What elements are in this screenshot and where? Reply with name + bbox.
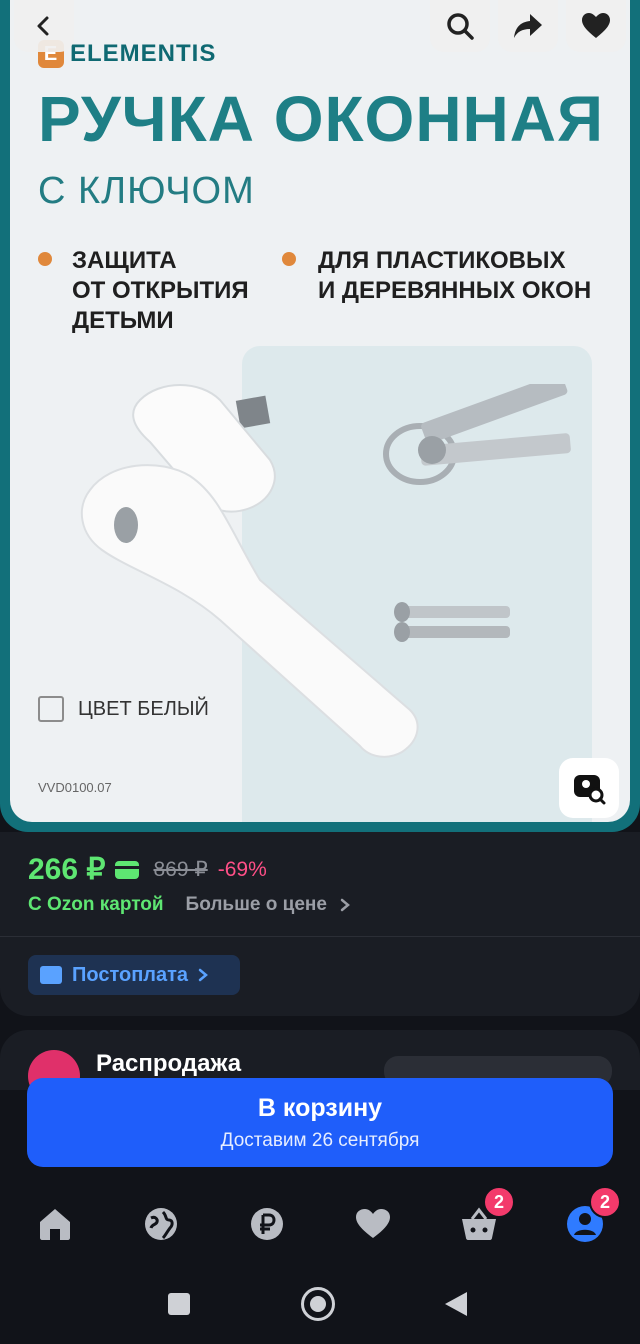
screws-illustration	[394, 602, 510, 642]
image-search-icon	[574, 775, 606, 805]
globe-icon	[145, 1208, 177, 1240]
feature-window-types: ДЛЯ ПЛАСТИКОВЫХ И ДЕРЕВЯННЫХ ОКОН	[318, 247, 592, 304]
nav-home[interactable]	[35, 1204, 75, 1244]
add-to-cart-button[interactable]: В корзину Доставим 26 сентября	[27, 1078, 613, 1167]
postpay-button[interactable]: Постоплата	[28, 955, 240, 995]
product-title-line2: С КЛЮЧОМ	[38, 170, 255, 212]
color-label: ЦВЕТ БЕЛЫЙ	[38, 696, 209, 722]
keys-illustration	[383, 384, 571, 485]
ozon-card-row: С Ozon картой Больше о цене	[28, 894, 352, 916]
price-row: 266 ₽ 869 ₽ -69%	[28, 852, 267, 887]
product-sku: VVD0100.07	[38, 780, 112, 795]
favorite-button[interactable]	[566, 0, 626, 52]
ozon-card-icon	[115, 860, 140, 879]
product-title-line1: РУЧКА ОКОННАЯ	[38, 83, 604, 155]
home-icon	[40, 1209, 70, 1240]
delivery-date: Доставим 26 сентября	[220, 1130, 420, 1151]
color-checkbox	[38, 696, 64, 722]
chevron-right-icon	[340, 898, 351, 912]
nav-favorites[interactable]	[353, 1204, 393, 1244]
feature-bullet	[282, 252, 296, 266]
chevron-left-icon	[37, 16, 49, 36]
discount-percent: -69%	[217, 857, 267, 881]
add-to-cart-label: В корзину	[257, 1094, 383, 1122]
search-button[interactable]	[430, 0, 490, 52]
feature-child-protection: ЗАЩИТА ОТ ОТКРЫТИЯ ДЕТЬМИ	[72, 247, 249, 334]
ruble-icon	[251, 1208, 283, 1240]
product-image: E ELEMENTIS РУЧКА ОКОННАЯ С КЛЮЧОМ ЗАЩИТ…	[10, 0, 630, 822]
old-price: 869 ₽	[153, 858, 208, 881]
bottom-navigation: 2 2	[0, 1170, 640, 1344]
ozon-card-label: С Ozon картой	[28, 894, 164, 915]
nav-catalog[interactable]	[141, 1204, 181, 1244]
system-navigation-bar	[0, 1283, 640, 1323]
heart-icon	[356, 1209, 390, 1238]
brand-name: ELEMENTIS	[70, 40, 217, 67]
current-price: 266 ₽	[28, 853, 106, 886]
nav-finance[interactable]	[247, 1204, 287, 1244]
chevron-right-icon	[198, 968, 208, 982]
divider	[0, 936, 640, 937]
back-button[interactable]	[14, 0, 74, 52]
recents-button[interactable]	[168, 1293, 190, 1315]
image-search-button[interactable]	[559, 758, 619, 818]
postpay-icon	[40, 966, 62, 984]
nav-cart[interactable]: 2	[459, 1186, 515, 1244]
back-system-button[interactable]	[443, 1290, 469, 1318]
profile-badge: 2	[589, 1186, 621, 1218]
share-button[interactable]	[498, 0, 558, 52]
nav-profile[interactable]: 2	[565, 1186, 621, 1244]
price-block: 266 ₽ 869 ₽ -69% С Ozon картой Больше о …	[0, 832, 640, 1016]
product-image-gallery[interactable]: E ELEMENTIS РУЧКА ОКОННАЯ С КЛЮЧОМ ЗАЩИТ…	[0, 0, 640, 832]
heart-icon	[582, 13, 610, 38]
share-icon	[514, 14, 542, 38]
feature-bullet	[38, 252, 52, 266]
home-system-button[interactable]	[301, 1287, 335, 1321]
sale-title: Распродажа	[96, 1050, 242, 1077]
cart-badge: 2	[483, 1186, 515, 1218]
search-icon	[447, 13, 474, 40]
more-about-price-link[interactable]: Больше о цене	[186, 894, 353, 916]
